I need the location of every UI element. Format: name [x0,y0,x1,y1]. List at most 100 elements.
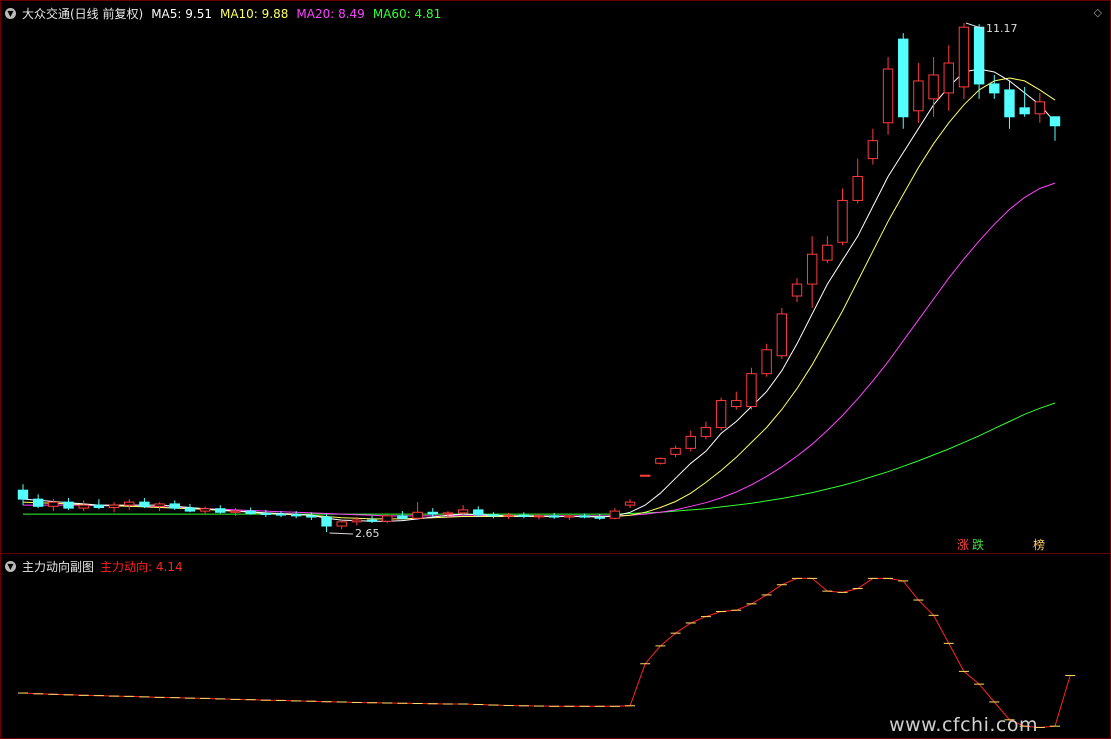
candle [245,507,256,515]
candle [336,520,347,530]
candle [776,307,788,359]
candle-body [275,513,287,516]
candle [564,514,575,521]
candle-body [154,503,165,507]
candle-body [139,501,150,507]
candle-body [973,26,985,85]
candle [655,457,666,465]
low-arrow [329,532,354,535]
candle [806,236,818,308]
candle [761,343,772,377]
candle [898,33,909,129]
candle-body [518,514,530,517]
candle-body [746,373,757,408]
candle-body [63,501,74,509]
candle [852,158,863,204]
candle-body [351,519,363,523]
candle-body [184,507,196,512]
candle [321,514,332,532]
candle-body [731,400,742,408]
candle [93,499,105,510]
badge-die[interactable]: 跌 [971,538,985,552]
candle-body [260,512,272,515]
candle-body [715,400,727,428]
badge-bang[interactable]: 榜 [1032,538,1046,552]
candle-body [32,498,44,507]
candle-body [124,501,135,506]
candle-body [655,458,666,464]
indicator-line [22,577,1071,729]
candle-body [700,426,712,437]
badge-zhang[interactable]: 涨 [956,538,970,552]
candle-body [1004,89,1015,118]
candle [1049,116,1061,141]
candle [412,502,423,521]
candle-body [837,199,848,243]
candle-body [199,508,211,512]
candle-body [958,26,970,88]
candle [943,45,954,111]
candle [1034,92,1046,123]
candle [397,511,408,520]
candle [199,506,211,515]
candle [518,512,530,519]
candle [169,500,180,510]
indicator-chart [18,577,1076,729]
candle-body [78,504,89,509]
candle-body [473,509,484,516]
candle-body [882,68,894,124]
low-price-label: 2.65 [355,527,380,540]
candle [78,500,89,512]
candle [928,57,939,117]
candle [124,499,135,510]
candle [822,236,833,264]
high-price-label: 11.17 [986,22,1018,35]
candle [1004,80,1015,129]
ma5-line [22,68,1056,522]
ma20-line [23,182,1056,517]
candle [32,494,44,509]
candle-body [533,515,545,518]
candle-body [412,511,423,519]
candle-body [776,313,788,357]
candle-body [867,140,879,160]
candle [624,499,636,509]
candle-body [1049,116,1061,127]
candle-body [382,515,393,522]
candle-body [806,253,818,285]
candle [670,445,681,458]
candle-body [427,511,438,515]
candle-body [366,519,378,522]
candle-body [503,514,514,517]
candle [958,23,970,99]
candle [108,502,120,513]
candle-body [17,489,29,500]
candle [594,514,605,521]
candle-body [685,435,696,449]
candle [640,474,651,477]
candle [1019,86,1030,117]
candle-body [1019,107,1030,115]
sub-chart-pane[interactable]: ▼ 主力动向副图 主力动向: 4.14 www.cfchi.com [0,553,1111,739]
candlestick-chart [17,22,1061,535]
candle-body [564,515,575,518]
candle-body [761,349,772,375]
candle-body [822,244,833,261]
candle [230,508,241,516]
ma60-line [23,402,1056,515]
candle-body [336,521,347,527]
candle-body [898,38,909,118]
candle [609,508,621,520]
candle [882,57,894,135]
candle [139,497,150,509]
candle-body [169,503,180,509]
candle [989,74,1000,99]
candle-body [230,510,241,513]
candle-body [488,514,499,517]
candle-body [1034,101,1046,115]
candle-body [609,510,621,519]
main-chart-pane[interactable]: ▼ 大众交通(日线 前复权) MA5: 9.51 MA10: 9.88 MA20… [0,0,1111,553]
candle-body [290,514,302,517]
candle [215,505,226,514]
candle [154,502,165,512]
